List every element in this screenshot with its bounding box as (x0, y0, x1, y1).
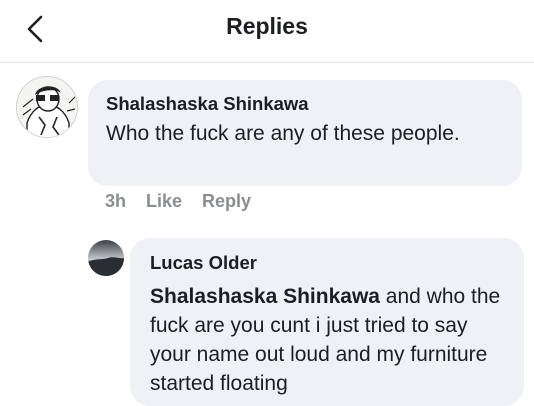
like-button[interactable]: Like (146, 191, 182, 212)
page-title: Replies (226, 13, 308, 39)
reply-author[interactable]: Lucas Older (150, 252, 504, 274)
profile-picture (88, 240, 124, 276)
reply-bubble[interactable]: Lucas Older Shalashaska Shinkawa and who… (130, 238, 524, 406)
avatar[interactable] (88, 240, 124, 276)
comment-author[interactable]: Shalashaska Shinkawa (106, 93, 504, 115)
reply-text: Shalashaska Shinkawa and who the fuck ar… (150, 282, 504, 398)
top-bar: Replies (0, 0, 534, 63)
profile-picture (17, 77, 77, 137)
comment-timestamp: 3h (105, 191, 127, 211)
reply-button[interactable]: Reply (202, 191, 251, 212)
comment-actions: 3h Like Reply (105, 191, 251, 212)
comment-text: Who the fuck are any of these people. (106, 122, 460, 145)
avatar[interactable] (16, 76, 78, 138)
mention-link[interactable]: Shalashaska Shinkawa (150, 285, 380, 308)
comment-bubble[interactable]: Shalashaska Shinkawa Who the fuck are an… (88, 80, 522, 186)
